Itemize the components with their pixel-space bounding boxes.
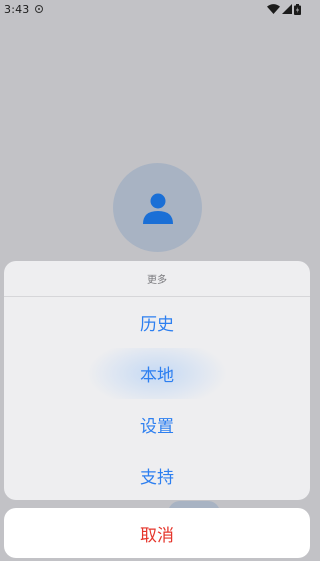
sheet-item-settings[interactable]: 设置: [4, 399, 310, 450]
battery-icon: [294, 3, 301, 15]
cell-signal-icon: [282, 4, 292, 14]
status-left: 3:43: [4, 3, 43, 16]
sheet-item-local[interactable]: 本地: [4, 348, 310, 399]
action-sheet: 更多 历史 本地 设置 支持: [4, 261, 310, 500]
status-time: 3:43: [4, 2, 30, 16]
status-right: [267, 3, 301, 15]
status-bar: 3:43: [0, 0, 311, 18]
vpn-key-icon: [34, 5, 43, 13]
sheet-item-support[interactable]: 支持: [4, 450, 310, 500]
person-icon: [142, 193, 173, 224]
sheet-item-history[interactable]: 历史: [4, 297, 310, 348]
wifi-icon: [267, 4, 280, 14]
avatar[interactable]: [113, 163, 202, 252]
sheet-title: 更多: [4, 261, 310, 297]
cancel-button[interactable]: 取消: [4, 508, 310, 558]
